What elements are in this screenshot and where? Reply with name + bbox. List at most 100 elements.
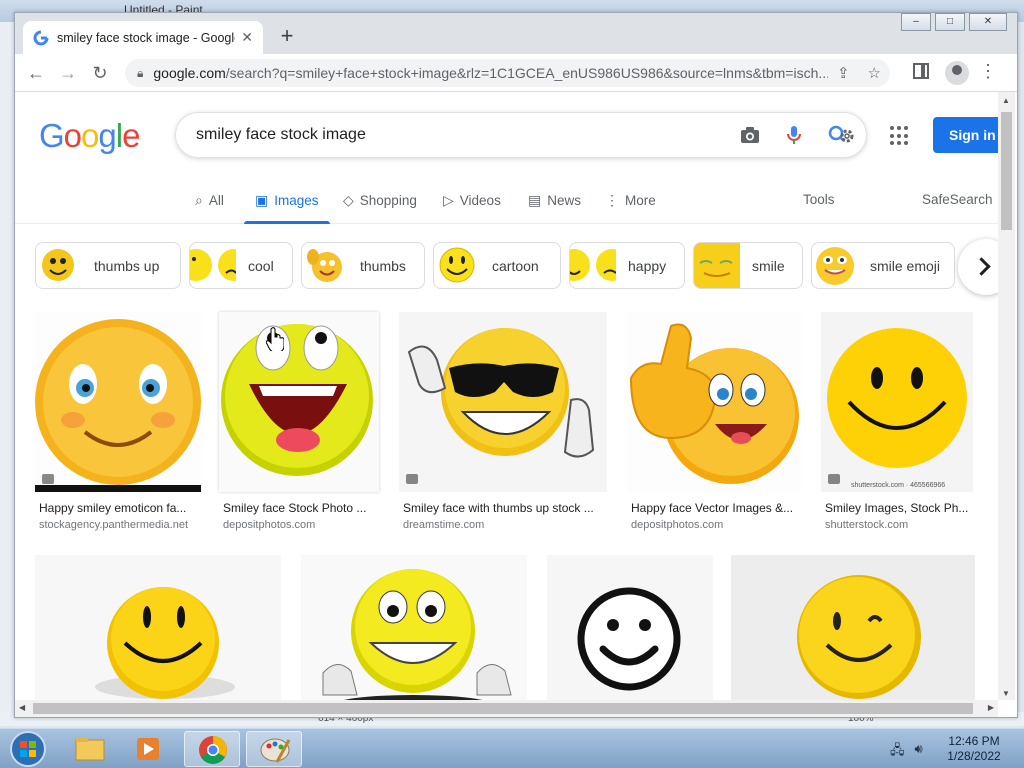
chrome-taskbar-button[interactable]: [184, 731, 240, 767]
search-settings-icon[interactable]: [824, 123, 858, 147]
more-vert-icon: ⋮: [605, 192, 619, 208]
tab-shopping-label: Shopping: [359, 193, 417, 208]
vertical-scrollbar[interactable]: ▲ ▼: [998, 92, 1015, 700]
side-panel-icon[interactable]: [913, 63, 929, 79]
result-card[interactable]: shutterstock.com · 465566966 Smiley Imag…: [821, 312, 973, 542]
tab-images-label: Images: [274, 193, 319, 208]
result-card[interactable]: Smiley face with thumbs up stock ... dre…: [399, 312, 607, 542]
chip-smile-emoji[interactable]: smile emoji: [811, 242, 955, 289]
tab-videos[interactable]: ▷ Videos: [443, 192, 501, 209]
new-tab-button[interactable]: +: [273, 23, 301, 51]
chip-label: happy: [628, 257, 667, 274]
microphone-icon[interactable]: [780, 123, 808, 147]
result-image[interactable]: [731, 555, 975, 700]
result-card[interactable]: [301, 555, 527, 700]
tab-shopping[interactable]: ◇ Shopping: [343, 192, 417, 209]
result-card[interactable]: [35, 555, 281, 700]
search-input[interactable]: smiley face stock image: [196, 126, 728, 144]
browser-tab[interactable]: smiley face stock image - Google ✕: [23, 21, 263, 54]
result-image[interactable]: [399, 312, 607, 492]
result-source[interactable]: stockagency.panthermedia.net: [39, 519, 188, 531]
result-title[interactable]: Happy smiley emoticon fa...: [39, 501, 199, 515]
address-bar[interactable]: 🔒︎ google.com/search?q=smiley+face+stock…: [125, 59, 890, 87]
google-apps-icon[interactable]: [888, 124, 912, 148]
logo-letter: o: [81, 117, 99, 154]
scroll-up-arrow-icon[interactable]: ▲: [1002, 96, 1010, 105]
result-image[interactable]: [35, 312, 201, 492]
media-player-taskbar-button[interactable]: [120, 731, 176, 767]
file-explorer-taskbar-button[interactable]: [62, 731, 118, 767]
close-button[interactable]: ✕: [969, 13, 1007, 31]
result-title[interactable]: Smiley face Stock Photo ...: [223, 501, 377, 515]
network-icon[interactable]: 🖧︎: [890, 741, 905, 763]
newspaper-icon: ▤: [528, 192, 542, 208]
result-title[interactable]: Smiley Images, Stock Ph...: [825, 501, 973, 515]
chip-thumbs-up[interactable]: thumbs up: [35, 242, 181, 289]
result-card[interactable]: Happy smiley emoticon fa... stockagency.…: [35, 312, 201, 542]
chip-thumbnail: [570, 243, 628, 288]
chip-thumbnail: [302, 243, 348, 288]
horizontal-scroll-thumb[interactable]: [33, 703, 973, 714]
tab-close-icon[interactable]: ✕: [241, 29, 253, 46]
safesearch-button[interactable]: SafeSearch: [922, 192, 993, 207]
tab-more[interactable]: ⋮ More: [605, 192, 656, 209]
system-tray: 🖧︎ 🔊︎: [890, 741, 923, 763]
search-results-page: Google smiley face stock image Sign in ⌕…: [15, 92, 998, 700]
chip-thumbnail: [434, 243, 480, 288]
chip-label: smile: [752, 257, 785, 274]
url-path: /search?q=smiley+face+stock+image&rlz=1C…: [225, 65, 828, 81]
google-logo[interactable]: Google: [39, 117, 140, 155]
result-card[interactable]: [547, 555, 713, 700]
chrome-menu-icon[interactable]: ⋮: [979, 61, 997, 82]
result-source[interactable]: dreamstime.com: [403, 519, 484, 531]
result-source[interactable]: shutterstock.com: [825, 519, 908, 531]
result-image[interactable]: [547, 555, 713, 700]
result-image[interactable]: [35, 555, 281, 700]
result-image[interactable]: [627, 312, 801, 492]
tools-button[interactable]: Tools: [803, 192, 835, 207]
result-title[interactable]: Happy face Vector Images &...: [631, 501, 801, 515]
result-image[interactable]: [301, 555, 527, 700]
url-text[interactable]: google.com/search?q=smiley+face+stock+im…: [153, 65, 828, 81]
scroll-right-arrow-icon[interactable]: ▶: [988, 703, 994, 712]
profile-avatar[interactable]: [945, 61, 969, 85]
tab-images[interactable]: ▣ Images: [255, 192, 319, 209]
chip-thumbs[interactable]: thumbs: [301, 242, 425, 289]
forward-button[interactable]: →: [55, 61, 81, 85]
result-card[interactable]: Happy face Vector Images &... depositpho…: [627, 312, 801, 542]
maximize-button[interactable]: □: [935, 13, 965, 31]
search-box[interactable]: smiley face stock image: [175, 112, 867, 158]
result-image[interactable]: [219, 312, 379, 492]
tab-news[interactable]: ▤ News: [528, 192, 581, 209]
url-host: google.com: [153, 65, 226, 81]
minimize-button[interactable]: –: [901, 13, 931, 31]
chips-next-arrow-icon[interactable]: [958, 239, 998, 295]
tab-all[interactable]: ⌕ All: [195, 192, 224, 209]
vertical-scroll-thumb[interactable]: [1001, 112, 1012, 230]
result-source[interactable]: depositphotos.com: [631, 519, 723, 531]
chip-happy[interactable]: happy: [569, 242, 685, 289]
play-icon: ▷: [443, 192, 454, 208]
chip-cool[interactable]: cool: [189, 242, 293, 289]
scroll-left-arrow-icon[interactable]: ◀: [19, 703, 25, 712]
paint-taskbar-button[interactable]: [246, 731, 302, 767]
result-source[interactable]: depositphotos.com: [223, 519, 315, 531]
result-card[interactable]: [731, 555, 975, 700]
back-button[interactable]: ←: [23, 61, 49, 85]
taskbar-clock[interactable]: 12:46 PM 1/28/2022: [930, 734, 1018, 764]
reload-button[interactable]: ↻: [87, 61, 113, 85]
chip-smile[interactable]: smile: [693, 242, 803, 289]
scroll-down-arrow-icon[interactable]: ▼: [1002, 689, 1010, 698]
camera-icon[interactable]: [736, 123, 764, 147]
result-image[interactable]: shutterstock.com · 465566966: [821, 312, 973, 492]
sign-in-button[interactable]: Sign in: [933, 117, 998, 153]
result-card[interactable]: Smiley face Stock Photo ... depositphoto…: [219, 312, 379, 542]
horizontal-scrollbar[interactable]: ◀ ▶: [15, 700, 998, 717]
chip-cartoon[interactable]: cartoon: [433, 242, 561, 289]
result-title[interactable]: Smiley face with thumbs up stock ...: [403, 501, 607, 515]
volume-icon[interactable]: 🔊︎: [915, 741, 923, 763]
bookmark-star-icon[interactable]: ☆: [868, 64, 881, 82]
tab-news-label: News: [547, 193, 581, 208]
start-button[interactable]: [6, 730, 50, 768]
share-icon[interactable]: ⇪: [837, 64, 850, 82]
